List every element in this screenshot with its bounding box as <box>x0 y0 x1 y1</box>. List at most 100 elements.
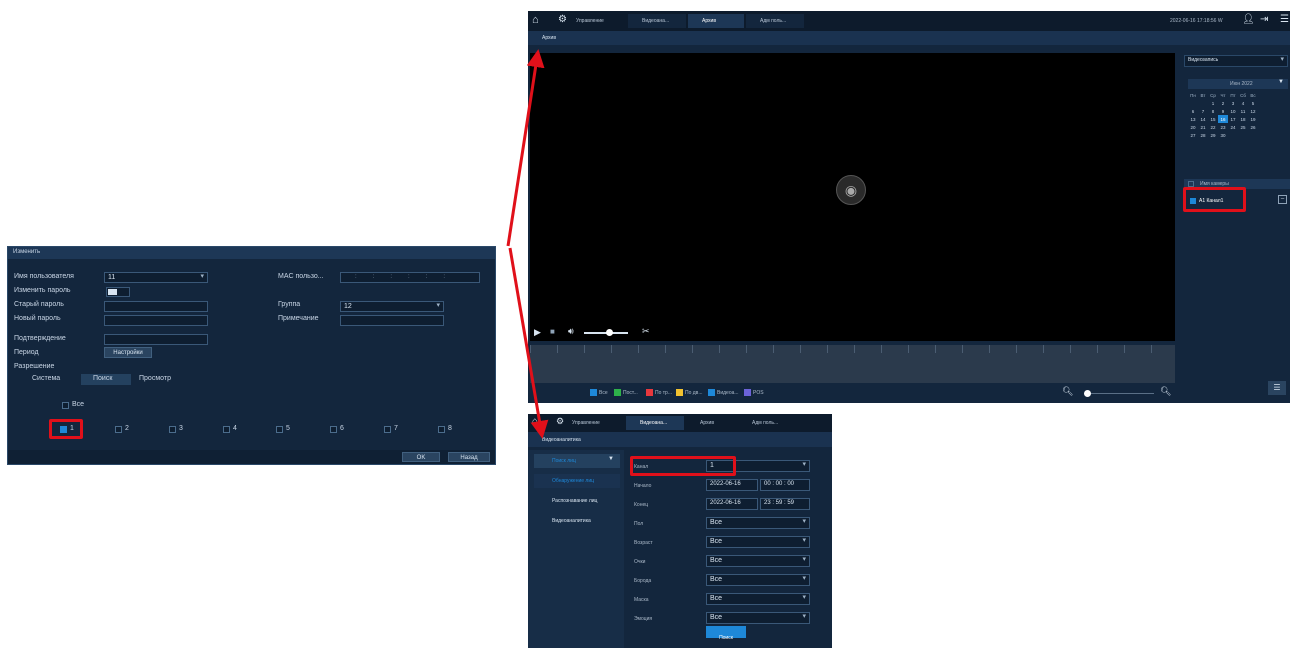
calendar-day[interactable]: 15 <box>1208 115 1218 123</box>
tab-user-admin[interactable]: Адм поль... <box>738 416 798 430</box>
calendar-day[interactable]: 24 <box>1228 123 1238 131</box>
calendar-day[interactable] <box>1248 131 1258 139</box>
legend-motion-swatch[interactable] <box>676 389 683 396</box>
calendar-day[interactable]: 17 <box>1228 115 1238 123</box>
period-settings-button[interactable]: Настройки <box>104 347 152 358</box>
channel-6-checkbox[interactable] <box>330 426 337 433</box>
video-player[interactable]: ◉ <box>530 53 1175 325</box>
channel-8-checkbox[interactable] <box>438 426 445 433</box>
calendar-day[interactable]: 1 <box>1208 99 1218 107</box>
channel-2-checkbox[interactable] <box>115 426 122 433</box>
start-time-input[interactable]: 00 : 00 : 00 <box>760 479 810 491</box>
tab-video-analytics[interactable]: Видеоана... <box>626 416 684 430</box>
group-select[interactable]: 12 <box>340 301 444 312</box>
menu-face-search[interactable]: Поиск лиц ▼ <box>534 454 620 468</box>
username-select[interactable]: 11 <box>104 272 208 283</box>
calendar-day[interactable]: 19 <box>1248 115 1258 123</box>
menu-face-detection[interactable]: Обнаружение лиц <box>534 474 620 488</box>
search-button[interactable]: Поиск <box>706 626 746 641</box>
calendar-day[interactable]: 4 <box>1238 99 1248 107</box>
legend-all-cb[interactable] <box>590 389 597 396</box>
calendar-day[interactable] <box>1238 131 1248 139</box>
confirm-password-input[interactable] <box>104 334 208 345</box>
record-type-select[interactable]: Видеозапись <box>1184 55 1288 67</box>
play-icon[interactable]: ▶ <box>534 327 541 338</box>
calendar-day[interactable]: 2 <box>1218 99 1228 107</box>
calendar-day[interactable]: 5 <box>1248 99 1258 107</box>
calendar-day[interactable]: 30 <box>1218 131 1228 139</box>
note-input[interactable] <box>340 315 444 326</box>
tab-archive[interactable]: Архив <box>686 416 736 430</box>
home-icon[interactable]: ⌂ <box>532 416 538 427</box>
zoom-in-icon[interactable]: 🔍︎ <box>1160 386 1171 397</box>
calendar-dropdown-icon[interactable]: ▼ <box>1278 79 1284 85</box>
calendar-day[interactable]: 3 <box>1228 99 1238 107</box>
change-password-toggle[interactable] <box>106 287 130 297</box>
tab-view[interactable]: Просмотр <box>139 375 171 382</box>
tab-search[interactable]: Поиск <box>81 374 131 385</box>
end-time-input[interactable]: 23 : 59 : 59 <box>760 498 810 510</box>
menu-icon[interactable]: ☰ <box>1280 14 1289 25</box>
age-select[interactable]: Все <box>706 536 810 548</box>
stop-icon[interactable]: ■ <box>550 327 555 336</box>
calendar-day[interactable]: 7 <box>1198 107 1208 115</box>
calendar-day[interactable]: 6 <box>1188 107 1198 115</box>
calendar-day[interactable]: 29 <box>1208 131 1218 139</box>
tab-system[interactable]: Система <box>32 375 60 382</box>
calendar-day[interactable] <box>1198 99 1208 107</box>
calendar-day[interactable]: 28 <box>1198 131 1208 139</box>
calendar-day[interactable] <box>1188 99 1198 107</box>
calendar-day[interactable]: 21 <box>1198 123 1208 131</box>
zoom-out-icon[interactable]: 🔍︎ <box>1062 386 1073 397</box>
tab-management[interactable]: Управление <box>562 14 626 28</box>
all-checkbox[interactable] <box>62 402 69 409</box>
menu-face-recognition[interactable]: Распознавание лиц <box>552 498 597 504</box>
home-icon[interactable]: ⌂ <box>532 14 539 26</box>
back-button[interactable]: Назад <box>448 452 490 462</box>
legend-alarm-swatch[interactable] <box>646 389 653 396</box>
channel-7-checkbox[interactable] <box>384 426 391 433</box>
tab-management[interactable]: Управление <box>558 416 622 430</box>
calendar-day[interactable]: 27 <box>1188 131 1198 139</box>
volume-icon[interactable]: 🔊︎ <box>568 326 574 337</box>
clip-icon[interactable]: ✂ <box>642 326 650 337</box>
calendar-day[interactable]: 8 <box>1208 107 1218 115</box>
mac-input[interactable]: :::::: <box>340 272 480 283</box>
calendar-day[interactable]: 26 <box>1248 123 1258 131</box>
user-icon[interactable]: 👤︎ <box>1242 14 1255 25</box>
menu-video-analytics[interactable]: Видеоаналитика <box>552 518 591 524</box>
calendar-day[interactable]: 9 <box>1218 107 1228 115</box>
mask-select[interactable]: Все <box>706 593 810 605</box>
calendar-day[interactable]: 25 <box>1238 123 1248 131</box>
tab-archive[interactable]: Архив <box>688 14 744 28</box>
beard-select[interactable]: Все <box>706 574 810 586</box>
volume-slider[interactable] <box>584 329 628 336</box>
timeline[interactable] <box>530 345 1175 383</box>
calendar-day[interactable]: 22 <box>1208 123 1218 131</box>
emotion-select[interactable]: Все <box>706 612 810 624</box>
channel-3-checkbox[interactable] <box>169 426 176 433</box>
old-password-input[interactable] <box>104 301 208 312</box>
zoom-slider[interactable] <box>1084 390 1154 397</box>
calendar-day[interactable]: 11 <box>1238 107 1248 115</box>
calendar-day[interactable]: 10 <box>1228 107 1238 115</box>
calendar-day-selected[interactable]: 16 <box>1218 115 1228 123</box>
calendar-day[interactable]: 18 <box>1238 115 1248 123</box>
calendar-day[interactable]: 23 <box>1218 123 1228 131</box>
end-date-input[interactable]: 2022-06-16 <box>706 498 758 510</box>
calendar-day[interactable]: 14 <box>1198 115 1208 123</box>
tab-video-analytics[interactable]: Видеоана... <box>628 14 686 28</box>
tab-user-admin[interactable]: Адм поль... <box>746 14 804 28</box>
calendar-day[interactable]: 12 <box>1248 107 1258 115</box>
legend-pos-swatch[interactable] <box>744 389 751 396</box>
calendar-day[interactable] <box>1228 131 1238 139</box>
legend-post-swatch[interactable] <box>614 389 621 396</box>
new-password-input[interactable] <box>104 315 208 326</box>
calendar-grid[interactable]: Пн Вт Ср Чт Пт Сб Вс 12345 6 7 8 9 10 11 12 13… <box>1188 91 1258 139</box>
calendar-day[interactable]: 13 <box>1188 115 1198 123</box>
start-date-input[interactable]: 2022-06-16 <box>706 479 758 491</box>
logout-icon[interactable]: ⇥ <box>1260 14 1268 25</box>
channel-5-checkbox[interactable] <box>276 426 283 433</box>
channel-4-checkbox[interactable] <box>223 426 230 433</box>
channel-expand-icon[interactable]: – <box>1278 195 1287 204</box>
